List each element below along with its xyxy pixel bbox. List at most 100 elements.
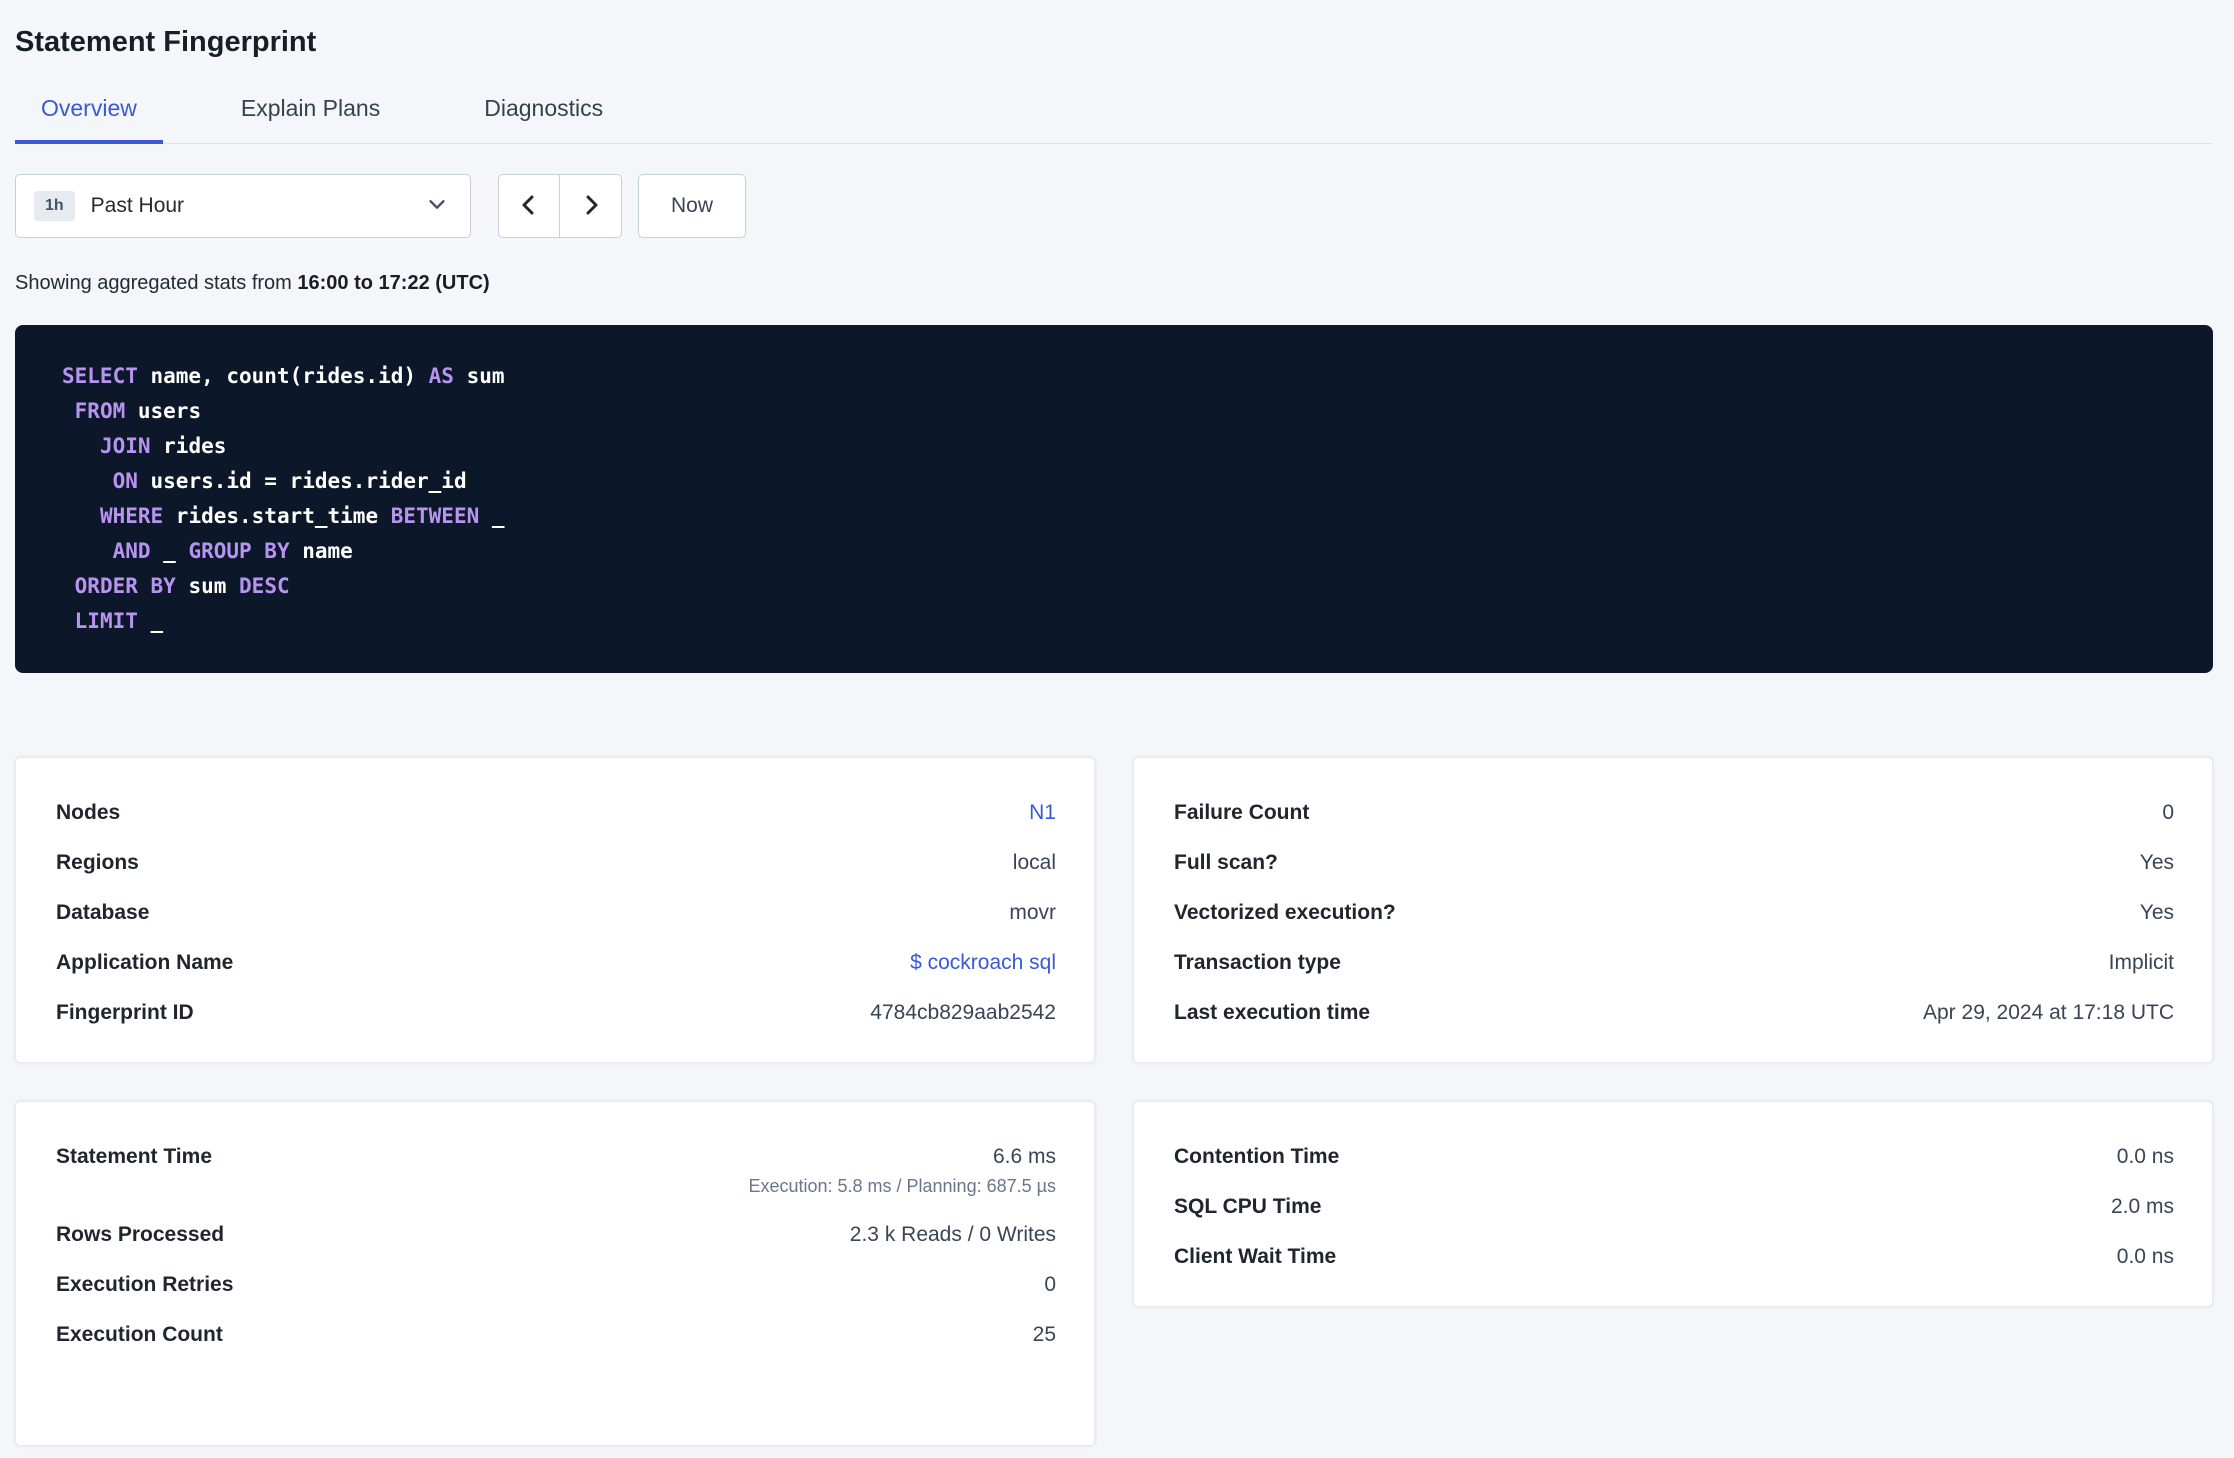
- sql-line: LIMIT _: [62, 604, 2173, 639]
- sql-keyword: FROM: [74, 399, 126, 423]
- stat-value: 0.0 ns: [2116, 1145, 2174, 1168]
- sql-keyword: WHERE: [99, 504, 164, 528]
- stat-label: Statement Time: [56, 1145, 212, 1168]
- stat-value-wrap: 2.3 k Reads / 0 Writes: [850, 1223, 1056, 1247]
- stat-row: SQL CPU Time 2.0 ms: [1174, 1182, 2174, 1232]
- aggregated-stats-line: Showing aggregated stats from 16:00 to 1…: [15, 272, 2213, 295]
- stat-value-wrap: 6.6 ms Execution: 5.8 ms / Planning: 687.…: [748, 1145, 1056, 1197]
- sql-keyword: ORDER BY: [74, 574, 176, 598]
- sql-token: rides.start_time: [163, 504, 391, 528]
- page-title: Statement Fingerprint: [15, 26, 317, 58]
- stat-label: Vectorized execution?: [1174, 901, 1396, 924]
- stat-row: Nodes N1: [56, 788, 1056, 838]
- stat-value: 0.0 ns: [2116, 1245, 2174, 1268]
- stat-value-wrap: $ cockroach sql: [910, 951, 1056, 975]
- next-time-button[interactable]: [560, 174, 622, 238]
- stat-label: Failure Count: [1174, 801, 1310, 824]
- sql-token: sum: [175, 574, 240, 598]
- stat-value: 0: [2162, 801, 2174, 824]
- stat-row: Vectorized execution? Yes: [1174, 888, 2174, 938]
- stat-value: 2.3 k Reads / 0 Writes: [849, 1223, 1056, 1246]
- sql-keyword: LIMIT: [74, 609, 138, 633]
- chevron-right-icon: [579, 193, 603, 220]
- sql-token: _: [479, 504, 505, 528]
- time-range-dropdown[interactable]: 1h Past Hour: [15, 174, 471, 238]
- stat-value: 4784cb829aab2542: [870, 1001, 1056, 1024]
- stats-cards-row: Statement Time 6.6 ms Execution: 5.8 ms / …: [15, 1101, 2213, 1446]
- statement-fingerprint-page: Statement Fingerprint Overview Explain Pl…: [0, 0, 2234, 1446]
- sql-keyword: AS: [428, 364, 454, 388]
- details-card-left: Nodes N1 Regions local Database movr Applicati…: [15, 757, 1095, 1063]
- stats-line-range: 16:00 to 17:22 (UTC): [297, 272, 490, 294]
- stat-label: Application Name: [56, 951, 234, 974]
- stat-label: Database: [56, 901, 150, 924]
- sql-line: ORDER BY sum DESC: [62, 569, 2173, 604]
- sql-keyword: GROUP BY: [188, 539, 290, 563]
- stats-line-prefix: Showing aggregated stats from: [15, 272, 292, 294]
- sql-line: JOIN rides: [62, 429, 2173, 464]
- stat-row: Full scan? Yes: [1174, 838, 2174, 888]
- stat-row: Execution Retries 0: [56, 1260, 1056, 1310]
- sql-line: FROM users: [62, 394, 2173, 429]
- sql-token: name: [289, 539, 353, 563]
- stat-value-wrap: 2.0 ms: [2111, 1195, 2174, 1219]
- sql-statement-box: SELECT name, count(rides.id) AS sum FROM…: [15, 325, 2213, 673]
- stat-value-wrap: Implicit: [2109, 951, 2174, 975]
- stat-row: Execution Count 25: [56, 1310, 1056, 1360]
- stat-value-link[interactable]: N1: [1029, 801, 1056, 824]
- stat-row: Application Name $ cockroach sql: [56, 938, 1056, 988]
- stat-value-wrap: 25: [1033, 1323, 1056, 1347]
- stat-value-wrap: 0.0 ns: [2117, 1245, 2174, 1269]
- details-cards-row: Nodes N1 Regions local Database movr Applicati…: [15, 757, 2213, 1063]
- stat-label: Execution Retries: [56, 1273, 234, 1296]
- stat-value-wrap: Yes: [2140, 851, 2174, 875]
- now-button[interactable]: Now: [638, 174, 747, 238]
- tab-diagnostics[interactable]: Diagnostics: [458, 95, 629, 144]
- stat-value-link[interactable]: $ cockroach sql: [910, 951, 1056, 974]
- tab-explain-plans[interactable]: Explain Plans: [215, 95, 406, 144]
- chevron-down-icon: [426, 193, 448, 220]
- stat-value: local: [1012, 851, 1056, 874]
- sql-keyword: JOIN: [99, 434, 151, 458]
- stat-value-wrap: movr: [1009, 901, 1056, 925]
- stat-row: Statement Time 6.6 ms Execution: 5.8 ms / …: [56, 1132, 1056, 1210]
- stat-value: 0: [1044, 1273, 1056, 1296]
- stat-label: Full scan?: [1174, 851, 1278, 874]
- stat-value-wrap: 0: [2162, 801, 2174, 825]
- stat-row: Client Wait Time 0.0 ns: [1174, 1232, 2174, 1282]
- stat-label: SQL CPU Time: [1174, 1195, 1322, 1218]
- stats-card-right: Contention Time 0.0 ns SQL CPU Time 2.0 ms C…: [1133, 1101, 2213, 1307]
- stat-value-wrap: N1: [1029, 801, 1056, 825]
- stat-value: movr: [1009, 901, 1056, 924]
- stat-value: 2.0 ms: [2110, 1195, 2174, 1218]
- prev-time-button[interactable]: [498, 174, 560, 238]
- stat-value: 25: [1032, 1323, 1056, 1346]
- stat-label: Regions: [56, 851, 139, 874]
- stat-value-wrap: local: [1013, 851, 1056, 875]
- time-controls: 1h Past Hour Now: [15, 174, 2213, 238]
- sql-keyword: ON: [112, 469, 138, 493]
- sql-token: _: [137, 609, 164, 633]
- stat-label: Client Wait Time: [1174, 1245, 1337, 1268]
- stat-label: Nodes: [56, 801, 121, 824]
- stat-value: Implicit: [2108, 951, 2174, 974]
- stat-row: Database movr: [56, 888, 1056, 938]
- stat-value-wrap: 4784cb829aab2542: [870, 1001, 1056, 1025]
- details-card-right: Failure Count 0 Full scan? Yes Vectorized ex…: [1133, 757, 2213, 1063]
- stat-label: Last execution time: [1174, 1001, 1371, 1024]
- sql-keyword: AND: [112, 539, 151, 563]
- time-step-buttons: [498, 174, 622, 238]
- sql-token: _: [150, 539, 189, 563]
- stat-value: Apr 29, 2024 at 17:18 UTC: [1923, 1001, 2174, 1024]
- tab-overview[interactable]: Overview: [15, 95, 163, 144]
- sql-token: sum: [453, 364, 505, 388]
- stat-value-wrap: Apr 29, 2024 at 17:18 UTC: [1923, 1001, 2174, 1025]
- sql-keyword: SELECT: [62, 364, 138, 388]
- sql-keyword: BETWEEN: [390, 504, 480, 528]
- sql-token: users.id = rides.rider_id: [137, 469, 467, 493]
- stat-label: Execution Count: [56, 1323, 223, 1346]
